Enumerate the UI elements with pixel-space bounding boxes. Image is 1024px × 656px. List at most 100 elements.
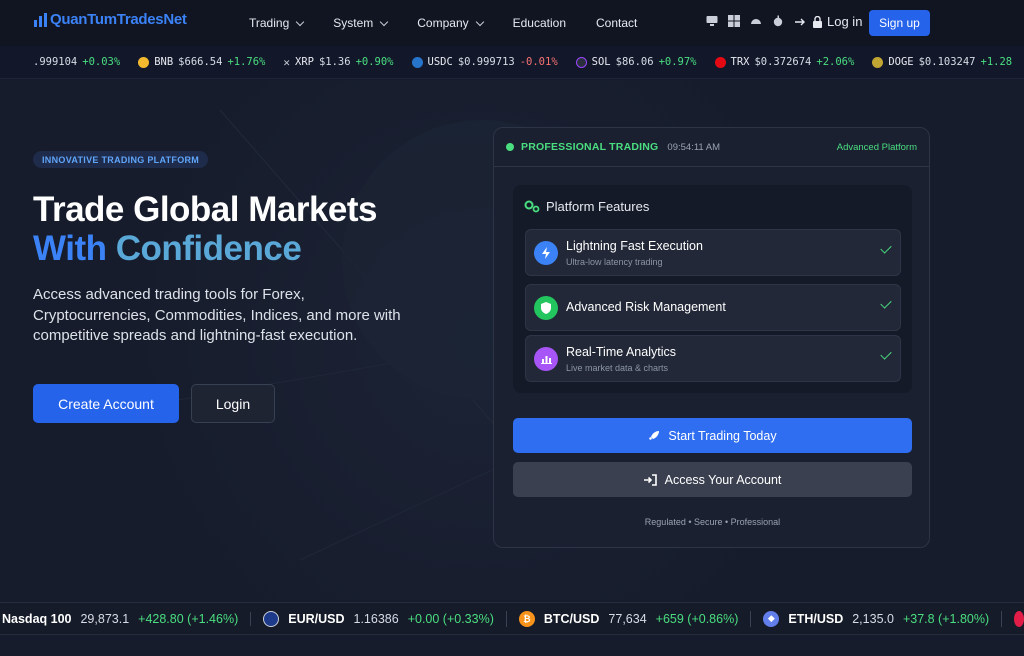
market-price: 77,634 [608, 611, 647, 626]
login-link[interactable]: Log in [795, 14, 862, 29]
market-item: Nasdaq 100 29,873.1 +428.80 (+1.46%) [2, 611, 252, 626]
nav-links: Trading System Company Education Contact [249, 0, 667, 46]
bottom-strip [0, 636, 1024, 656]
windows-icon[interactable] [728, 15, 740, 27]
ticker-symbol: USDC [427, 56, 453, 68]
ticker-symbol: BNB [154, 56, 174, 68]
ticker-change: +0.90% [355, 56, 394, 68]
top-nav: QuanTumTradesNet Trading System Company … [0, 0, 1024, 46]
bnb-icon [138, 56, 150, 68]
market-change: +659 (+0.86%) [655, 611, 739, 626]
status-label: PROFESSIONAL TRADING [521, 141, 659, 153]
check-icon [880, 348, 892, 360]
start-trading-button[interactable]: Start Trading Today [513, 418, 912, 453]
check-icon [880, 297, 892, 309]
trx-icon [714, 56, 726, 68]
brand-logo[interactable]: QuanTumTradesNet [34, 11, 187, 28]
eu-us-flag-icon [263, 610, 280, 627]
nav-system[interactable]: System [333, 16, 389, 30]
market-name: EUR/USD [288, 611, 345, 626]
nav-system-label: System [333, 16, 374, 30]
bar-chart-logo-icon [34, 12, 47, 27]
platform-badge: Advanced Platform [836, 141, 917, 153]
ticker-item: BNB $666.54 +1.76% [138, 56, 265, 68]
market-price: 1.16386 [353, 611, 399, 626]
ticker-item: USDC $0.999713 -0.01% [411, 56, 558, 68]
ticker-change: +1.28 [980, 56, 1013, 68]
ticker-change: +2.06% [816, 56, 855, 68]
xrp-icon: ✕ [283, 55, 290, 69]
market-change: +0.00 (+0.33%) [407, 611, 494, 626]
market-change: +37.8 (+1.80%) [902, 611, 990, 626]
sol-icon [575, 56, 587, 68]
ticker-price: $1.36 [318, 56, 351, 68]
sign-in-arrow-icon [795, 18, 805, 25]
access-account-button[interactable]: Access Your Account [513, 462, 912, 497]
ticker-item: .999104 +0.03% [33, 56, 120, 68]
feature-item-analytics: Real-Time Analytics Live market data & c… [525, 335, 901, 382]
market-price: 29,873.1 [80, 611, 130, 626]
clock-time: 09:54:11 AM [667, 141, 721, 153]
features-heading: Platform Features [524, 199, 649, 214]
nav-trading-label: Trading [249, 16, 290, 30]
shield-icon [534, 296, 558, 320]
ticker-change: +0.03% [82, 56, 121, 68]
sign-in-icon [643, 473, 657, 486]
nav-contact-label: Contact [596, 16, 638, 30]
nav-company[interactable]: Company [417, 16, 484, 30]
trading-panel: PROFESSIONAL TRADING 09:54:11 AM Advance… [493, 127, 930, 548]
platform-icons [706, 15, 784, 27]
market-item: ₿ BTC/USD 77,634 +659 (+0.86%) [518, 610, 752, 627]
android-icon[interactable] [750, 15, 762, 27]
ticker-item: SOL $86.06 +0.97% [575, 56, 697, 68]
ticker-symbol: TRX [730, 56, 750, 68]
hero-title-with: With [33, 229, 116, 268]
doge-icon [872, 56, 884, 68]
ticker-change: -0.01% [519, 56, 558, 68]
start-trading-label: Start Trading Today [668, 428, 777, 443]
ticker-price: $0.372674 [754, 56, 812, 68]
lightning-icon [534, 241, 558, 265]
desktop-icon[interactable] [706, 15, 718, 27]
market-price: 2,135.0 [852, 611, 894, 626]
check-icon [880, 242, 892, 254]
analytics-chart-icon [534, 347, 558, 371]
feature-title: Real-Time Analytics [566, 345, 676, 359]
login-label: Log in [827, 14, 863, 29]
brand-name: QuanTumTradesNet [50, 11, 187, 28]
rocket-icon [649, 430, 660, 440]
lock-icon [813, 15, 822, 28]
ticker-price: $0.103247 [918, 56, 976, 68]
hero-description: Access advanced trading tools for Forex,… [33, 286, 401, 344]
ticker-symbol: DOGE [888, 56, 914, 68]
ticker-price: $0.999713 [457, 56, 515, 68]
features-title: Platform Features [546, 199, 650, 214]
platform-features: Platform Features Lightning Fast Executi… [513, 185, 912, 393]
nav-company-label: Company [417, 16, 469, 30]
ticker-symbol: SOL [591, 56, 611, 68]
ticker-change: +0.97% [658, 56, 697, 68]
feature-item-execution: Lightning Fast Execution Ultra-low laten… [525, 229, 901, 276]
ticker-price: .999104 [33, 56, 78, 68]
market-ticker: Nasdaq 100 29,873.1 +428.80 (+1.46%) EUR… [0, 602, 1024, 635]
ticker-item: DOGE $0.103247 +1.28 [872, 56, 1012, 68]
access-account-label: Access Your Account [664, 472, 782, 487]
ticker-price: $86.06 [615, 56, 654, 68]
status-dot [506, 143, 514, 151]
market-name: BTC/USD [543, 611, 600, 626]
create-account-button[interactable]: Create Account [33, 384, 179, 423]
chevron-down-icon [296, 17, 305, 26]
nav-trading[interactable]: Trading [249, 16, 305, 30]
market-change: +428.80 (+1.46%) [138, 611, 239, 626]
nav-education[interactable]: Education [513, 16, 566, 30]
ticker-item: TRX $0.372674 +2.06% [714, 56, 855, 68]
apple-icon[interactable] [772, 15, 784, 27]
signup-button[interactable]: Sign up [869, 10, 930, 36]
login-button[interactable]: Login [191, 384, 275, 423]
crypto-ticker: .999104 +0.03% BNB $666.54 +1.76% ✕ XRP … [0, 46, 1024, 79]
nav-contact[interactable]: Contact [596, 16, 637, 30]
hero-title-confidence: Confidence [115, 229, 302, 268]
btc-icon: ₿ [518, 610, 535, 627]
chevron-down-icon [380, 17, 389, 26]
panel-header: PROFESSIONAL TRADING 09:54:11 AM Advance… [494, 128, 929, 167]
